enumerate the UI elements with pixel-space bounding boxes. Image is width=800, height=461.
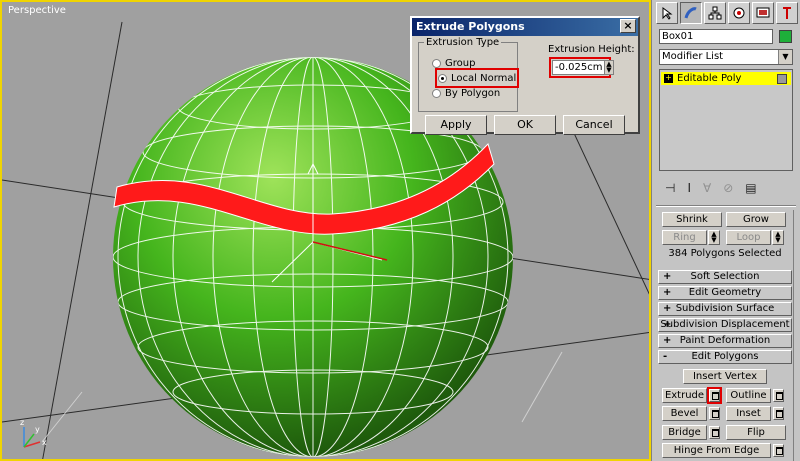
selection-status: 384 Polygons Selected	[668, 248, 782, 259]
apply-button[interactable]: Apply	[425, 115, 487, 135]
chevron-down-icon: ▼	[778, 50, 792, 64]
ring-button[interactable]: Ring	[662, 230, 707, 245]
grow-button[interactable]: Grow	[726, 212, 786, 227]
bridge-settings-icon[interactable]	[709, 426, 720, 439]
rollout-label: Paint Deformation	[679, 335, 771, 346]
configure-modifier-sets-icon[interactable]: ▤	[745, 181, 756, 195]
stack-item-editable-poly[interactable]: + Editable Poly	[661, 72, 791, 85]
loop-spinner[interactable]: ▲ ▼	[772, 230, 784, 245]
hinge-settings-icon[interactable]	[773, 444, 784, 457]
panel-scrollbar[interactable]	[793, 210, 800, 461]
loop-button[interactable]: Loop	[726, 230, 771, 245]
radio-group[interactable]: Group	[432, 56, 475, 70]
rollout-sign: +	[663, 319, 672, 330]
close-icon[interactable]: ×	[620, 19, 636, 33]
dialog-titlebar[interactable]: Extrude Polygons ×	[412, 18, 638, 36]
rollout-edit-polygons[interactable]: - Edit Polygons	[658, 350, 792, 364]
rollout-sign: +	[663, 287, 672, 298]
modifier-list-label: Modifier List	[662, 51, 724, 62]
rollout-sign: -	[663, 351, 668, 362]
hinge-from-edge-button[interactable]: Hinge From Edge	[662, 443, 771, 458]
radio-group-label: Group	[445, 57, 476, 69]
pin-stack-icon[interactable]: ⊣	[665, 181, 675, 195]
rollout-label: Edit Polygons	[691, 351, 759, 362]
remove-modifier-icon[interactable]: ⊘	[723, 181, 733, 195]
radio-local-normal-label: Local Normal	[451, 72, 517, 84]
utilities-icon[interactable]	[776, 2, 798, 24]
bridge-button[interactable]: Bridge	[662, 425, 707, 440]
radio-by-polygon[interactable]: By Polygon	[432, 86, 500, 100]
rollout-label: Soft Selection	[690, 271, 760, 282]
dialog-title: Extrude Polygons	[416, 20, 525, 33]
axis-x-label: x	[42, 438, 47, 447]
radio-selected-icon	[438, 73, 447, 83]
inset-settings-icon[interactable]	[773, 407, 784, 420]
rollout-subdivision-displacement[interactable]: + Subdivision Displacement	[658, 318, 792, 332]
inset-button[interactable]: Inset	[726, 406, 771, 421]
modifier-list-dropdown[interactable]: Modifier List ▼	[659, 49, 793, 65]
extrusion-type-label: Extrusion Type	[424, 37, 502, 48]
bevel-settings-icon[interactable]	[709, 407, 720, 420]
display-icon[interactable]	[752, 2, 774, 24]
object-name-input[interactable]: Box01	[659, 29, 773, 44]
rollout-sign: +	[663, 335, 672, 346]
make-unique-icon[interactable]: ∀	[703, 181, 711, 195]
extrude-button[interactable]: Extrude	[662, 388, 707, 403]
rollout-soft-selection[interactable]: + Soft Selection	[658, 270, 792, 284]
shrink-button[interactable]: Shrink	[662, 212, 722, 227]
ring-spinner[interactable]: ▲ ▼	[708, 230, 720, 245]
modify-icon[interactable]	[680, 2, 702, 24]
rollout-edit-geometry[interactable]: + Edit Geometry	[658, 286, 792, 300]
panel-divider	[656, 205, 796, 207]
viewport-label[interactable]: Perspective	[8, 5, 66, 16]
modifier-stack: + Editable Poly	[659, 69, 793, 171]
bevel-button[interactable]: Bevel	[662, 406, 707, 421]
extrusion-height-input[interactable]: -0.025cm	[549, 57, 611, 78]
rollout-paint-deformation[interactable]: + Paint Deformation	[658, 334, 792, 348]
radio-by-polygon-label: By Polygon	[445, 87, 501, 99]
command-panel-tabs	[652, 0, 800, 28]
expand-icon[interactable]: +	[664, 74, 673, 83]
radio-icon	[432, 88, 441, 98]
rollout-label: Edit Geometry	[688, 287, 762, 298]
outline-settings-icon[interactable]	[773, 389, 784, 402]
rollout-sign: +	[663, 271, 672, 282]
stack-item-label: Editable Poly	[677, 73, 742, 84]
extrusion-height-spinner[interactable]: ▲ ▼	[604, 60, 614, 75]
rollout-label: Subdivision Surface	[675, 303, 775, 314]
create-icon[interactable]	[656, 2, 678, 24]
rollout-label: Subdivision Displacement	[660, 319, 790, 330]
cancel-button[interactable]: Cancel	[563, 115, 625, 135]
axis-z-label: z	[20, 418, 24, 427]
motion-icon[interactable]	[728, 2, 750, 24]
rollout-subdivision-surface[interactable]: + Subdivision Surface	[658, 302, 792, 316]
radio-icon	[432, 58, 441, 68]
ok-button[interactable]: OK	[494, 115, 556, 135]
radio-local-normal[interactable]: Local Normal	[434, 68, 520, 88]
axis-y-label: y	[35, 425, 40, 434]
hierarchy-icon[interactable]	[704, 2, 726, 24]
object-color-swatch[interactable]	[779, 30, 792, 43]
extrusion-height-label: Extrusion Height:	[548, 44, 635, 55]
stack-item-toggle-icon[interactable]	[777, 74, 787, 84]
insert-vertex-button[interactable]: Insert Vertex	[683, 369, 767, 384]
rollout-sign: +	[663, 303, 672, 314]
extrude-polygons-dialog: Extrude Polygons × Extrusion Type Group …	[410, 16, 640, 135]
extrude-settings-icon[interactable]	[707, 387, 722, 404]
flip-button[interactable]: Flip	[726, 425, 786, 440]
outline-button[interactable]: Outline	[726, 388, 771, 403]
stack-tools: ⊣ Ⅰ ∀ ⊘ ▤	[659, 178, 793, 198]
show-end-result-icon[interactable]: Ⅰ	[687, 181, 691, 195]
